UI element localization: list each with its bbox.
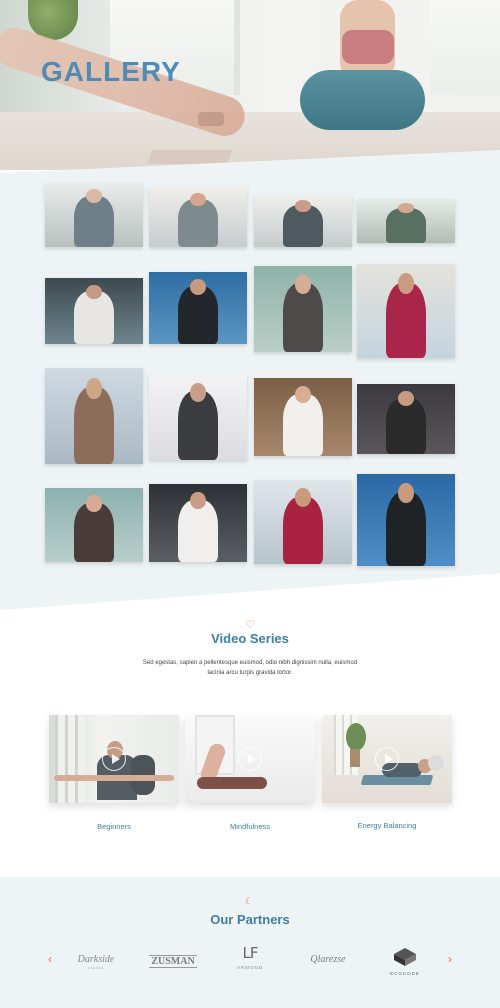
gallery-thumbnail[interactable]	[149, 272, 247, 344]
thumbnail-head	[86, 495, 102, 512]
thumbnail-figure	[74, 387, 114, 464]
heart-icon: ♡	[245, 619, 255, 631]
gallery-thumbnail[interactable]	[149, 374, 247, 460]
thumbnail-head	[86, 377, 102, 399]
video-card-label[interactable]: Beginners	[49, 822, 179, 831]
gallery-thumbnail[interactable]	[45, 278, 143, 344]
thumbnail-figure	[74, 291, 114, 344]
gallery-thumbnail[interactable]	[45, 368, 143, 464]
thumbnail-figure	[283, 496, 323, 564]
thumbnail-figure	[74, 195, 114, 247]
play-icon[interactable]	[238, 747, 262, 771]
play-icon[interactable]	[102, 747, 126, 771]
thumbnail-figure	[178, 499, 218, 562]
thumbnail-head	[190, 279, 206, 296]
video-series-description: Sed egestas, sapien a pellentesque euism…	[142, 660, 358, 676]
hero-banner: GALLERY	[0, 0, 500, 170]
video-card-label[interactable]: Mindfulness	[185, 822, 315, 831]
thumbnail-figure	[386, 492, 426, 566]
partner-logo-qlarezse[interactable]: Qlarezse	[298, 946, 358, 976]
moon-icon: ☾	[245, 896, 254, 906]
video-card-mindfulness[interactable]	[185, 715, 315, 803]
hero-mat	[147, 150, 233, 164]
thumbnail-figure	[178, 199, 218, 247]
gallery-thumbnail[interactable]	[45, 183, 143, 247]
thumbnail-head	[295, 488, 311, 507]
gallery-thumbnail[interactable]	[254, 378, 352, 456]
thumbnail-head	[190, 193, 206, 207]
thumbnail-figure	[74, 502, 114, 562]
thumbnail-figure	[283, 205, 323, 247]
ecocode-cube-icon	[394, 948, 416, 966]
gallery-thumbnail[interactable]	[45, 488, 143, 562]
thumbnail-head	[295, 200, 311, 212]
thumbnail-head	[190, 491, 206, 509]
thumbnail-figure	[178, 286, 218, 344]
thumbnail-head	[398, 483, 414, 504]
thumbnail-figure	[386, 398, 426, 454]
gallery-thumbnail[interactable]	[254, 480, 352, 564]
gallery-thumbnail[interactable]	[149, 484, 247, 562]
thumbnail-figure	[386, 207, 426, 243]
thumbnail-head	[295, 385, 311, 403]
video-card-energy-balancing[interactable]	[322, 715, 452, 803]
partners-title: Our Partners	[210, 912, 290, 927]
gallery-thumbnail[interactable]	[254, 266, 352, 352]
video-series-title: Video Series	[211, 631, 289, 646]
partner-logo-armond[interactable]: LF ARMOND	[225, 944, 275, 980]
partner-logo-darkside[interactable]: Darkside studio	[66, 946, 126, 976]
thumbnail-head	[190, 382, 206, 402]
thumbnail-figure	[283, 393, 323, 456]
video-card-label[interactable]: Energy Balancing	[322, 821, 452, 830]
thumbnail-figure	[283, 283, 323, 352]
carousel-prev-icon[interactable]: ‹	[44, 952, 56, 966]
page: GALLERY ♡ Video Series Sed egestas, sapi…	[0, 0, 500, 1008]
play-icon[interactable]	[375, 747, 399, 771]
partner-logo-zusman[interactable]: ZUSMAN	[144, 946, 202, 976]
gallery-thumbnail[interactable]	[357, 199, 455, 243]
video-card-beginners[interactable]	[49, 715, 179, 803]
gallery-thumbnail[interactable]	[254, 195, 352, 247]
gallery-thumbnail[interactable]	[357, 264, 455, 358]
gallery-thumbnail[interactable]	[357, 384, 455, 454]
gallery-thumbnail[interactable]	[357, 474, 455, 566]
hero-window	[430, 0, 500, 95]
thumbnail-head	[398, 203, 414, 214]
thumbnail-figure	[178, 391, 218, 460]
carousel-next-icon[interactable]: ›	[444, 952, 456, 966]
thumbnail-figure	[386, 282, 426, 358]
page-title: GALLERY	[41, 56, 181, 87]
hero-yoga-woman	[300, 0, 430, 150]
gallery-thumbnail[interactable]	[149, 187, 247, 247]
partner-logo-ecocode[interactable]: ECOCODE	[380, 948, 430, 982]
thumbnail-head	[295, 274, 311, 294]
thumbnail-head	[86, 284, 102, 300]
thumbnail-head	[398, 273, 414, 295]
